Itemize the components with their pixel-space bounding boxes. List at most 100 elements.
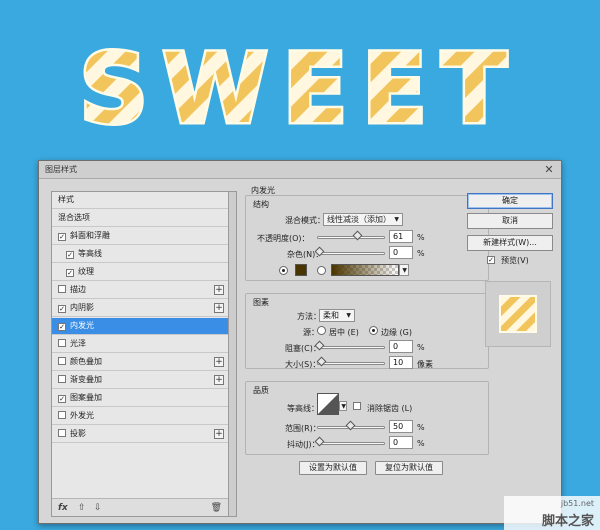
style-list-item[interactable]: 投影 + — [52, 426, 228, 443]
style-list-item[interactable]: 光泽 — [52, 336, 228, 353]
style-list-item-label: 等高线 — [78, 249, 102, 258]
style-list-item[interactable]: ✓ 斜面和浮雕 — [52, 228, 228, 245]
contour-curve-icon — [318, 394, 338, 414]
opacity-unit: % — [417, 233, 425, 242]
dialog-title: 图层样式 — [45, 165, 77, 174]
style-checkbox[interactable]: ✓ — [66, 269, 74, 277]
size-slider[interactable] — [317, 362, 385, 365]
style-list-item-label: 内发光 — [70, 321, 94, 330]
style-list-scrollbar[interactable] — [229, 191, 237, 517]
quality-title: 品质 — [253, 386, 269, 395]
style-checkbox[interactable] — [58, 285, 66, 293]
size-label: 大小(S)： — [285, 360, 321, 369]
move-up-icon[interactable]: ⇧ — [78, 502, 86, 514]
preview-checkbox[interactable]: ✓ — [487, 256, 495, 264]
style-checkbox[interactable] — [58, 429, 66, 437]
add-effect-icon[interactable]: + — [214, 303, 224, 313]
chevron-down-icon: ▼ — [341, 403, 346, 410]
antialias-checkbox[interactable] — [353, 402, 361, 410]
style-list-item[interactable]: ✓ 内发光 — [52, 318, 228, 335]
source-edge-radio[interactable] — [369, 326, 378, 335]
gradient-dropdown[interactable]: ▼ — [399, 264, 409, 276]
range-label: 范围(R)： — [285, 424, 321, 433]
jitter-slider[interactable] — [317, 442, 385, 445]
add-effect-icon[interactable]: + — [214, 285, 224, 295]
style-list-item[interactable]: ✓ 图案叠加 — [52, 390, 228, 407]
noise-unit: % — [417, 249, 425, 258]
style-checkbox[interactable]: ✓ — [58, 305, 66, 313]
style-list-item-label: 样式 — [58, 195, 74, 204]
watermark-name: 脚本之家 — [541, 514, 594, 529]
sweet-title: SWEET — [79, 33, 521, 140]
add-effect-icon[interactable]: + — [214, 429, 224, 439]
opacity-slider[interactable] — [317, 236, 385, 239]
size-input[interactable]: 10 — [389, 356, 413, 369]
style-list-item[interactable]: ✓ 纹理 — [52, 264, 228, 281]
style-checkbox[interactable]: ✓ — [58, 395, 66, 403]
style-checkbox[interactable]: ✓ — [58, 233, 66, 241]
style-list-item-label: 颜色叠加 — [70, 357, 102, 366]
ok-button[interactable]: 确定 — [467, 193, 553, 209]
style-list-item[interactable]: ✓ 内阴影 + — [52, 300, 228, 317]
add-effect-icon[interactable]: + — [214, 357, 224, 367]
chevron-down-icon: ▼ — [402, 267, 407, 274]
source-center-radio[interactable] — [317, 326, 326, 335]
style-list-item[interactable]: 描边 + — [52, 282, 228, 299]
watermark-site: jb51.net — [560, 499, 594, 508]
style-checkbox[interactable] — [58, 411, 66, 419]
chevron-down-icon: ▼ — [346, 312, 351, 319]
style-list-item-label: 渐变叠加 — [70, 375, 102, 384]
style-checkbox[interactable]: ✓ — [58, 323, 66, 331]
style-list-item[interactable]: 混合选项 — [52, 210, 228, 227]
trash-icon[interactable]: 🗑 — [211, 502, 222, 514]
gradient-picker[interactable] — [331, 264, 399, 276]
jitter-unit: % — [417, 439, 425, 448]
glow-color-swatch[interactable] — [295, 264, 307, 276]
add-effect-icon[interactable]: + — [214, 375, 224, 385]
blend-mode-label: 混合模式： — [285, 216, 325, 225]
blend-mode-select[interactable]: 线性减淡（添加） ▼ — [323, 213, 403, 226]
choke-input[interactable]: 0 — [389, 340, 413, 353]
style-checkbox[interactable]: ✓ — [66, 251, 74, 259]
noise-slider[interactable] — [317, 252, 385, 255]
style-checkbox[interactable] — [58, 375, 66, 383]
technique-select[interactable]: 柔和 ▼ — [319, 309, 355, 322]
style-list-item-label: 纹理 — [78, 267, 94, 276]
chevron-down-icon: ▼ — [394, 216, 399, 223]
choke-unit: % — [417, 343, 425, 352]
reset-default-button[interactable]: 复位为默认值 — [375, 461, 443, 475]
close-icon[interactable]: ✕ — [542, 163, 556, 177]
contour-thumbnail[interactable] — [317, 393, 339, 415]
new-style-button[interactable]: 新建样式(W)... — [467, 235, 553, 251]
contour-label: 等高线： — [287, 404, 319, 413]
source-center-label: 居中 (E) — [329, 328, 359, 337]
style-list-item[interactable]: 样式 — [52, 192, 228, 209]
solid-color-radio[interactable] — [279, 266, 288, 275]
choke-slider[interactable] — [317, 346, 385, 349]
style-list-item-label: 投影 — [70, 429, 86, 438]
blend-mode-value: 线性减淡（添加） — [327, 215, 391, 224]
fx-icon[interactable]: fx — [58, 502, 68, 514]
style-checkbox[interactable] — [58, 339, 66, 347]
technique-label: 方法： — [297, 312, 321, 321]
style-list-item[interactable]: 颜色叠加 + — [52, 354, 228, 371]
style-list-footer: fx ⇧ ⇩ 🗑 — [52, 498, 228, 516]
opacity-input[interactable]: 61 — [389, 230, 413, 243]
style-list-item-label: 外发光 — [70, 411, 94, 420]
watermark: jb51.net 脚本之家 — [504, 496, 600, 530]
make-default-button[interactable]: 设置为默认值 — [299, 461, 367, 475]
range-input[interactable]: 50 — [389, 420, 413, 433]
style-list-item-label: 光泽 — [70, 339, 86, 348]
jitter-input[interactable]: 0 — [389, 436, 413, 449]
cancel-button[interactable]: 取消 — [467, 213, 553, 229]
style-list-item[interactable]: ✓ 等高线 — [52, 246, 228, 263]
move-down-icon[interactable]: ⇩ — [94, 502, 102, 514]
contour-dropdown[interactable]: ▼ — [339, 401, 347, 411]
style-list-item[interactable]: 外发光 — [52, 408, 228, 425]
elements-group — [245, 293, 489, 369]
style-checkbox[interactable] — [58, 357, 66, 365]
noise-input[interactable]: 0 — [389, 246, 413, 259]
gradient-radio[interactable] — [317, 266, 326, 275]
style-preview — [485, 281, 551, 347]
style-list-item[interactable]: 渐变叠加 + — [52, 372, 228, 389]
